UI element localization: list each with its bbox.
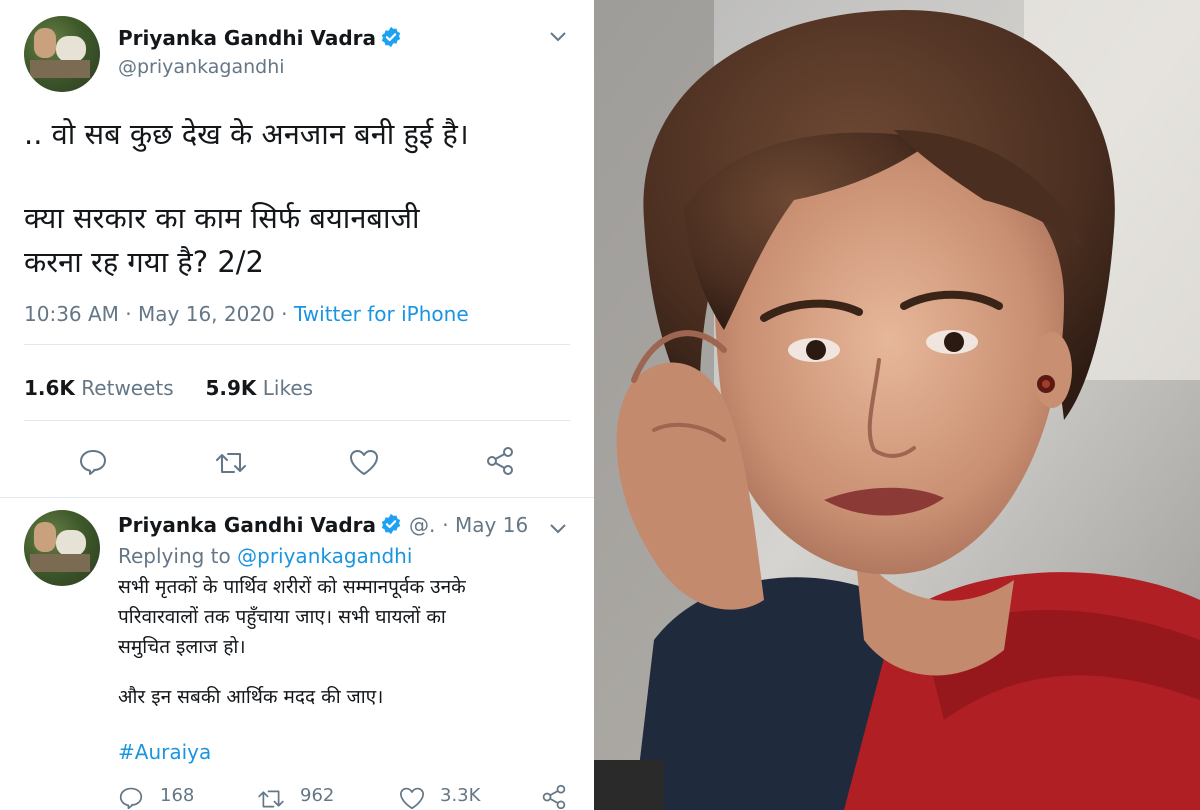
author-handle[interactable]: @priyankagandhi [118, 56, 285, 78]
portrait-photo [594, 0, 1200, 810]
retweets-count: 1.6K [24, 376, 75, 400]
tweet-text-line-2: क्या सरकार का काम सिर्फ बयानबाजी [24, 201, 420, 235]
like-count: 3.3K [440, 785, 481, 806]
tweet-text-line-1: .. वो सब कुछ देख के अनजान बनी हुई है। [24, 117, 469, 151]
replying-to: Replying to @priyankagandhi [118, 544, 412, 568]
reply-date[interactable]: May 16 [455, 513, 528, 537]
likes-stat[interactable]: 5.9K Likes [205, 376, 313, 400]
tweet-meta: 10:36 AM · May 16, 2020 · Twitter for iP… [24, 302, 469, 326]
retweets-label: Retweets [81, 376, 174, 400]
chevron-down-icon[interactable] [549, 520, 567, 539]
retweet-icon[interactable] [214, 450, 248, 480]
reply-text-line-4: और इन सबकी आर्थिक मदद की जाए। [118, 686, 384, 708]
reply-icon[interactable] [78, 448, 108, 480]
tweet-date[interactable]: May 16, 2020 [138, 302, 275, 326]
verified-badge-icon [380, 513, 402, 540]
verified-badge-icon [380, 26, 402, 53]
avatar[interactable] [24, 16, 100, 92]
reply-text-line-2: परिवारवालों तक पहुँचाया जाए। सभी घायलों … [118, 606, 446, 628]
chevron-down-icon[interactable] [549, 28, 567, 47]
like-icon[interactable] [348, 448, 380, 480]
reply-icon[interactable] [118, 786, 144, 810]
replying-to-handle[interactable]: @priyankagandhi [237, 544, 412, 568]
reply-header: Priyanka Gandhi Vadra @. · May 16 [118, 513, 528, 540]
tweet-screenshot-panel: Priyanka Gandhi Vadra @priyankagandhi ..… [0, 0, 594, 810]
retweets-stat[interactable]: 1.6K Retweets [24, 376, 174, 400]
tweet-client-link[interactable]: Twitter for iPhone [294, 302, 469, 326]
reply-handle[interactable]: @. [409, 513, 435, 537]
tweet-time[interactable]: 10:36 AM [24, 302, 119, 326]
share-icon[interactable] [484, 446, 516, 480]
retweet-icon[interactable] [256, 788, 286, 810]
engagement-counts: 1.6K Retweets 5.9K Likes [24, 376, 313, 400]
tweet-separator [0, 497, 594, 498]
replying-to-prefix: Replying to [118, 544, 231, 568]
divider [24, 420, 570, 421]
hashtag-link[interactable]: #Auraiya [118, 740, 211, 764]
share-icon[interactable] [540, 784, 568, 810]
likes-label: Likes [262, 376, 314, 400]
retweet-count: 962 [300, 785, 335, 806]
like-icon[interactable] [398, 786, 426, 810]
likes-count: 5.9K [205, 376, 257, 400]
reply-author-name[interactable]: Priyanka Gandhi Vadra [118, 513, 376, 537]
author-name-text[interactable]: Priyanka Gandhi Vadra [118, 26, 376, 50]
divider [24, 344, 570, 345]
reply-text-line-1: सभी मृतकों के पार्थिव शरीरों को सम्मानपू… [118, 576, 466, 598]
reply-avatar[interactable] [24, 510, 100, 586]
portrait-illustration [594, 0, 1200, 810]
tweet-text-line-3: करना रह गया है? 2/2 [24, 245, 264, 279]
author-name[interactable]: Priyanka Gandhi Vadra [118, 26, 402, 53]
reply-text-line-3: समुचित इलाज हो। [118, 636, 246, 658]
reply-count: 168 [160, 785, 195, 806]
